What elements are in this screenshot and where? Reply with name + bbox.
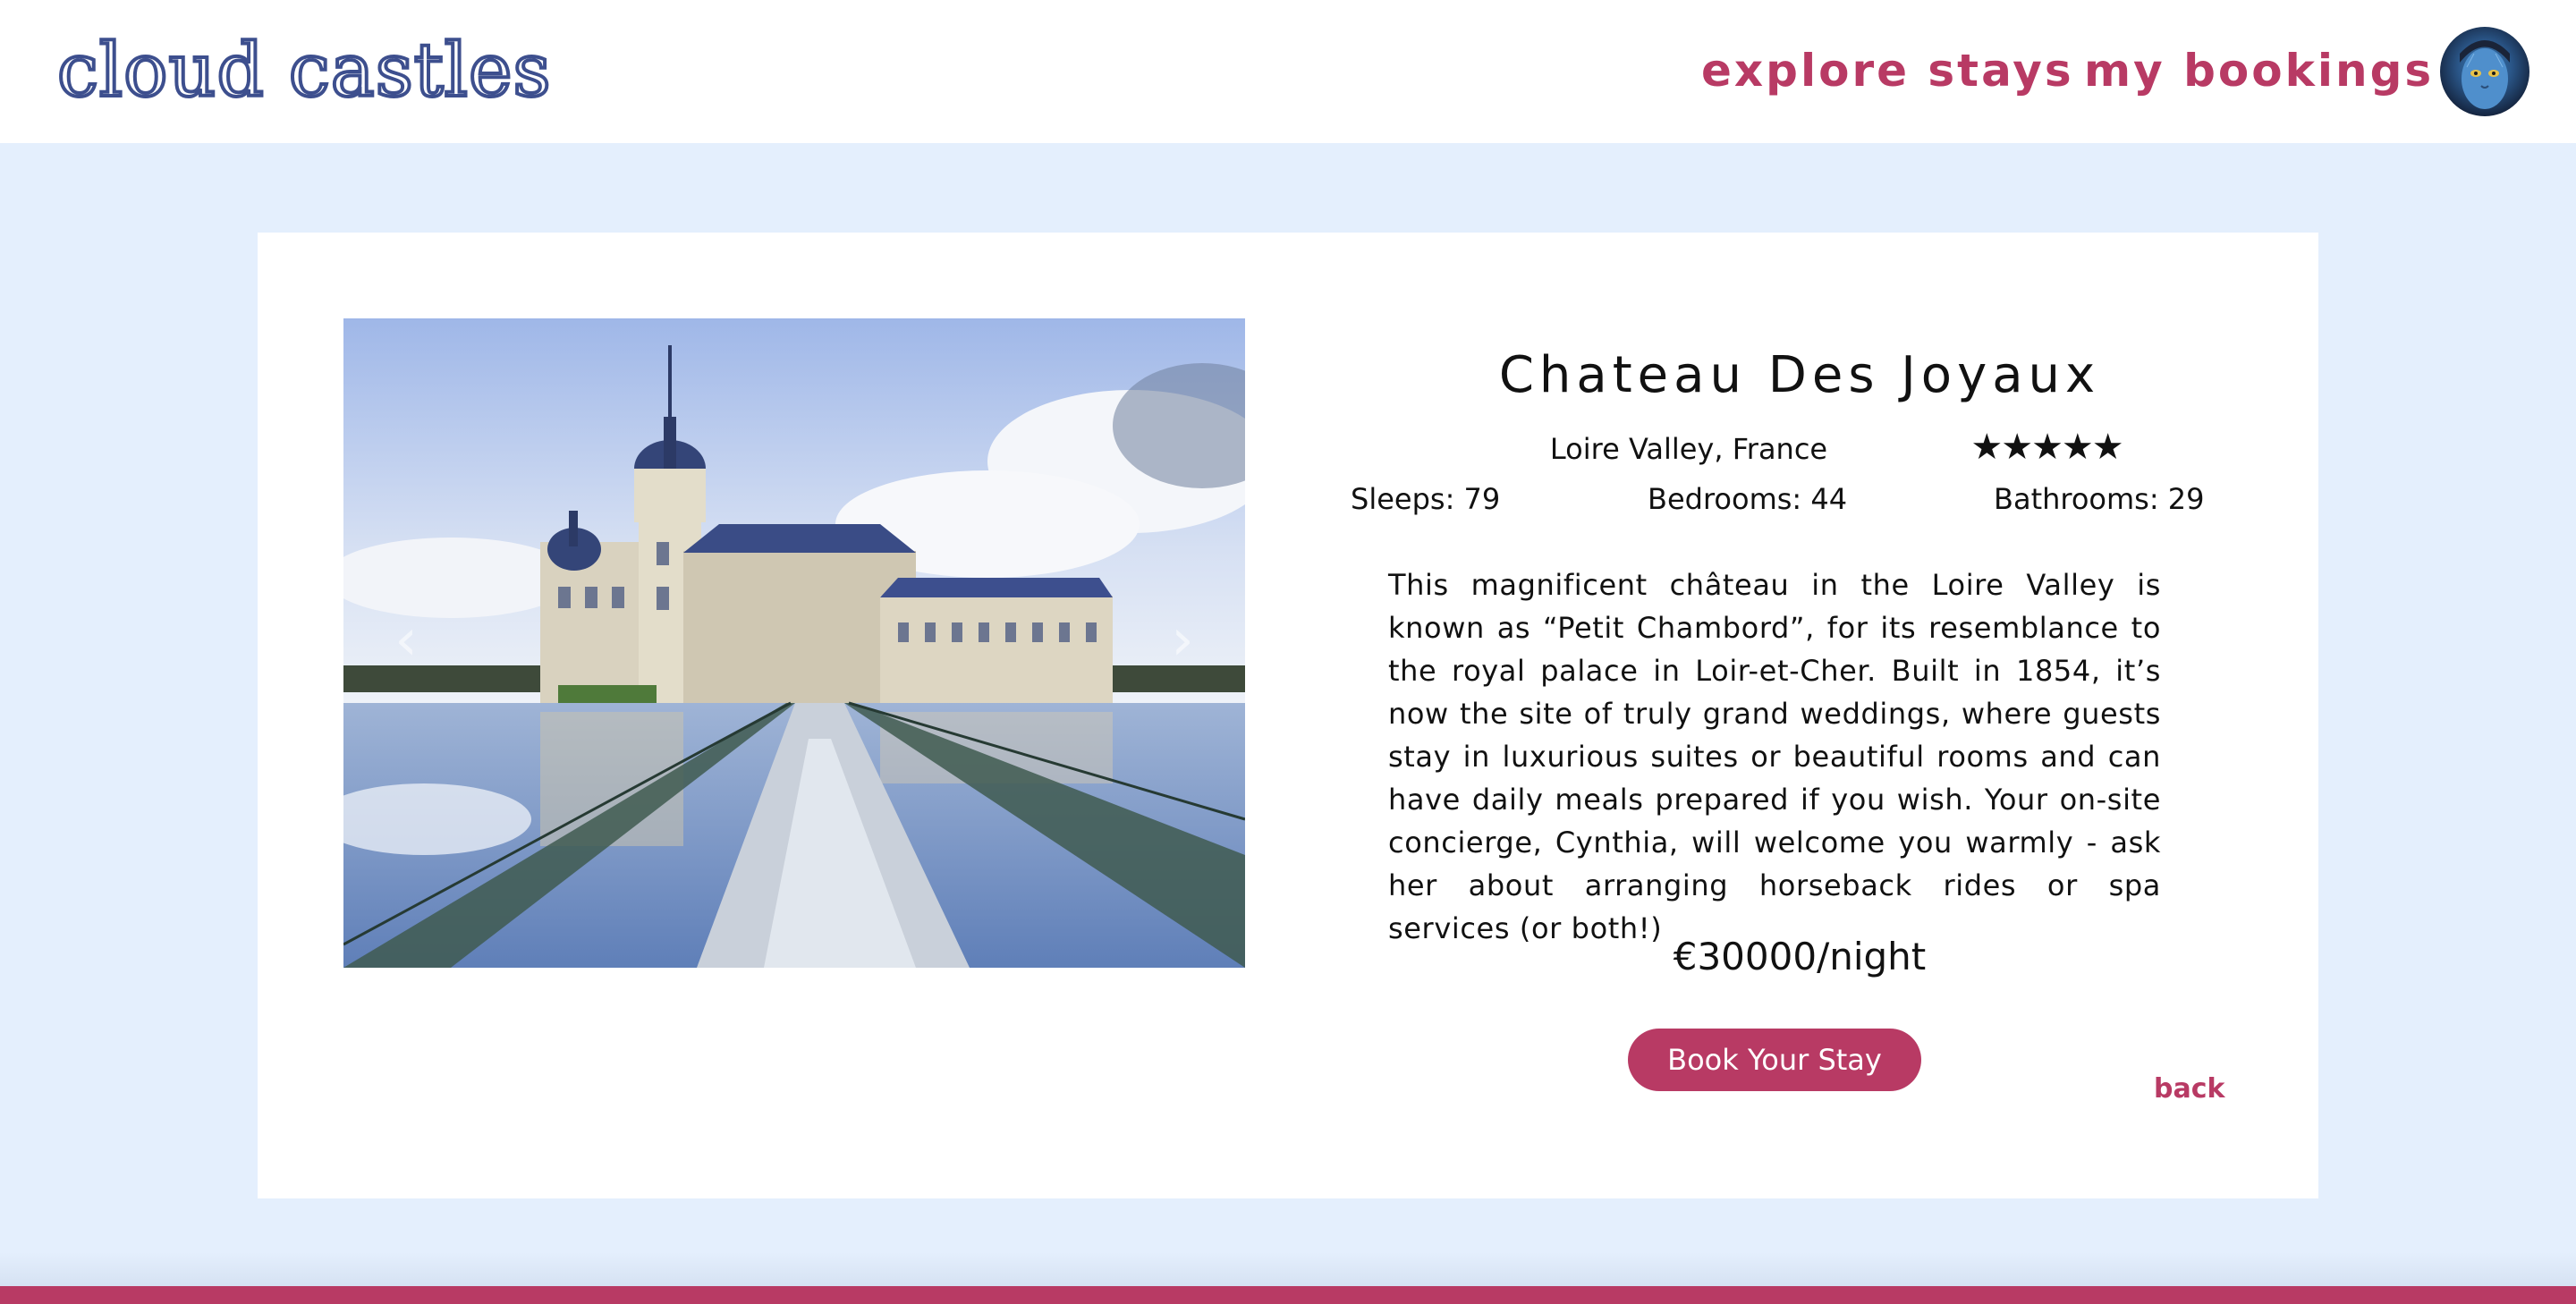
user-avatar-icon[interactable] <box>2440 27 2529 116</box>
listing-description: This magnificent château in the Loire Va… <box>1388 568 2161 945</box>
bedrooms-count: Bedrooms: 44 <box>1648 482 1848 516</box>
listing-price: €30000/night <box>1673 935 1927 978</box>
nav-my-bookings-link[interactable]: my bookings <box>2084 39 2434 102</box>
footer-bar <box>0 1286 2576 1304</box>
listing-photo-carousel[interactable]: ‹ › <box>343 318 1245 968</box>
footer-shadow <box>0 1252 2576 1288</box>
chevron-left-icon[interactable]: ‹ <box>379 605 433 676</box>
avatar-face-graphic <box>2460 40 2510 109</box>
site-header: cloud castles explore stays my bookings <box>0 0 2576 143</box>
listing-card: ‹ › Chateau Des Joyaux Loire Valley, Fra… <box>258 233 2318 1198</box>
back-link[interactable]: back <box>2154 1071 2224 1107</box>
nav-explore-stays-link[interactable]: explore stays <box>1701 39 2074 102</box>
site-logo[interactable]: cloud castles <box>55 27 553 116</box>
listing-location: Loire Valley, France <box>1549 432 1828 466</box>
star-rating-icon: ★★★★★ <box>1970 427 2123 468</box>
chevron-right-icon[interactable]: › <box>1156 605 1209 676</box>
book-your-stay-button[interactable]: Book Your Stay <box>1628 1029 1921 1091</box>
chateau-photo <box>343 318 1245 968</box>
bathrooms-count: Bathrooms: 29 <box>1994 482 2205 516</box>
sleeps-count: Sleeps: 79 <box>1351 482 1501 516</box>
listing-title: Chateau Des Joyaux <box>1498 346 2101 404</box>
